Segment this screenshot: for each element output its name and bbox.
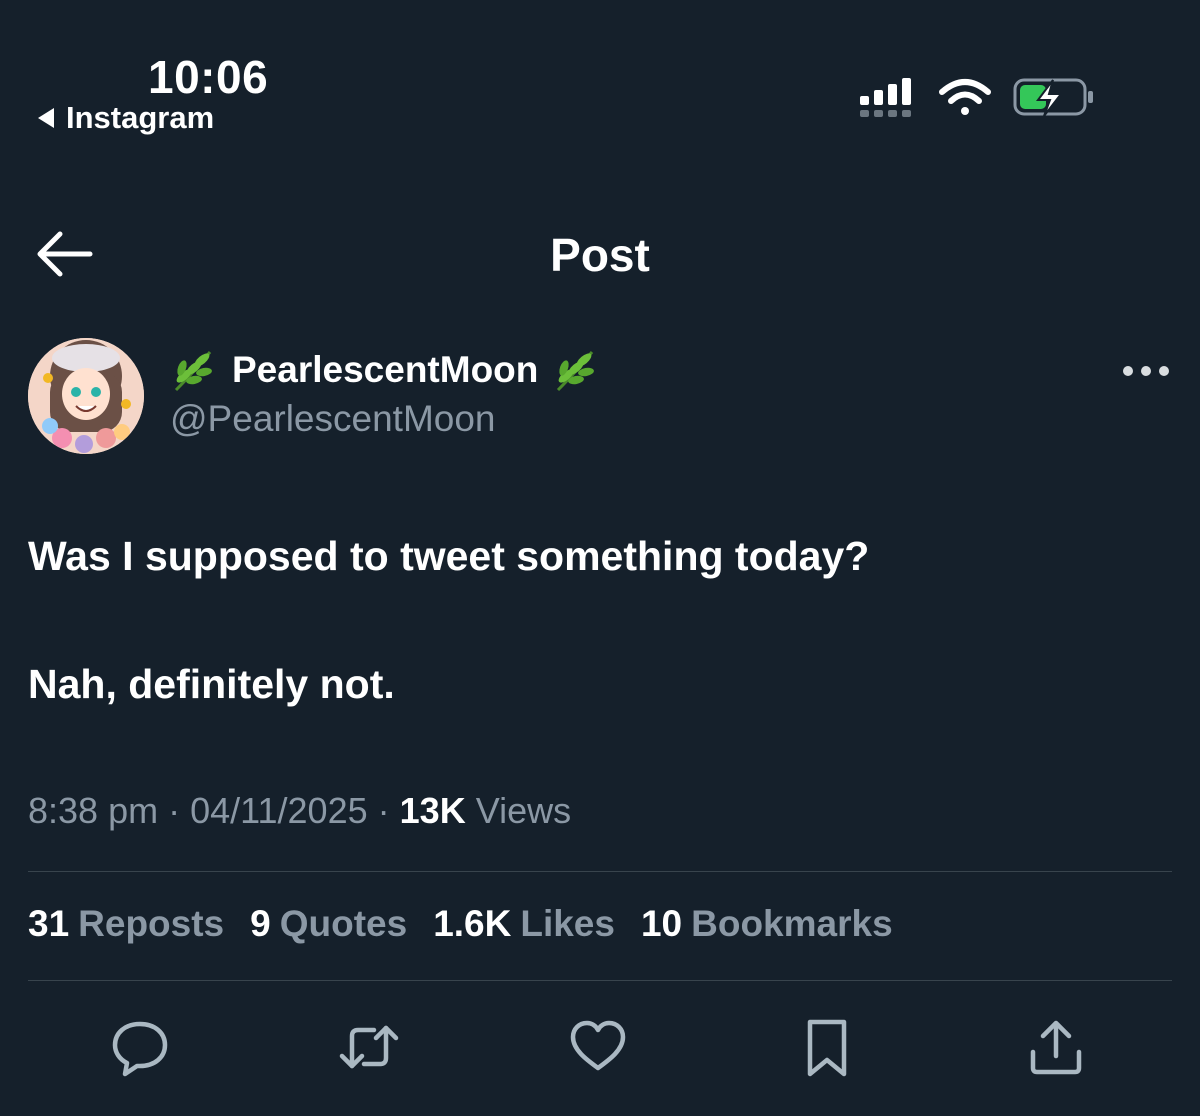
tweet-date: 04/11/2025 bbox=[190, 790, 368, 831]
back-to-app-button[interactable]: Instagram bbox=[38, 100, 214, 136]
status-icons bbox=[860, 78, 1093, 117]
tweet-paragraph: Was I supposed to tweet something today? bbox=[28, 533, 870, 579]
repost-icon bbox=[339, 1025, 399, 1069]
tweet-time: 8:38 pm bbox=[28, 790, 159, 831]
like-icon bbox=[570, 1020, 626, 1071]
post-screen: 10:06 Instagram Post PearlescentMoon @Pe… bbox=[0, 0, 1200, 1116]
status-time: 10:06 bbox=[148, 51, 269, 103]
tweet-paragraph: Nah, definitely not. bbox=[28, 661, 395, 707]
stat-count: 31 bbox=[28, 903, 70, 944]
page-title: Post bbox=[550, 229, 650, 281]
tweet-meta: 8:38 pm · 04/11/2025 · 13K Views bbox=[28, 790, 571, 832]
back-app-label: Instagram bbox=[66, 100, 215, 135]
wifi-icon bbox=[939, 79, 991, 115]
reply-icon bbox=[112, 1021, 168, 1077]
herb-emoji-icon bbox=[174, 351, 212, 392]
stat-bookmarks[interactable]: 10 Bookmarks bbox=[641, 903, 893, 945]
views-count: 13K bbox=[399, 790, 466, 831]
avatar[interactable] bbox=[28, 338, 144, 454]
stat-count: 10 bbox=[640, 903, 683, 944]
author-name-row[interactable]: PearlescentMoon bbox=[170, 346, 600, 394]
share-icon bbox=[1030, 1020, 1082, 1075]
divider bbox=[28, 871, 1172, 872]
stat-likes[interactable]: 1.6K Likes bbox=[433, 903, 615, 945]
more-options-icon[interactable] bbox=[1120, 360, 1172, 382]
stat-label: Bookmarks bbox=[691, 903, 893, 944]
stat-reposts[interactable]: 31 Reposts bbox=[28, 903, 224, 945]
meta-separator: · bbox=[168, 790, 181, 831]
tweet-text: Was I supposed to tweet something today?… bbox=[28, 528, 1168, 712]
stat-label: Reposts bbox=[78, 903, 225, 944]
avatar-illustration bbox=[28, 338, 144, 454]
bookmark-button[interactable] bbox=[792, 1012, 862, 1082]
battery-charging-icon bbox=[1013, 78, 1093, 117]
stat-count: 9 bbox=[250, 903, 271, 944]
cellular-signal-icon bbox=[860, 78, 911, 117]
author-handle[interactable]: @PearlescentMoon bbox=[170, 398, 496, 440]
views-label: Views bbox=[475, 790, 572, 831]
herb-emoji-icon bbox=[557, 351, 595, 392]
bookmark-icon bbox=[807, 1019, 847, 1077]
meta-separator: · bbox=[377, 790, 390, 831]
stat-quotes[interactable]: 9 Quotes bbox=[250, 903, 407, 945]
share-button[interactable] bbox=[1021, 1012, 1091, 1082]
divider bbox=[28, 980, 1172, 981]
like-button[interactable] bbox=[563, 1012, 633, 1082]
repost-button[interactable] bbox=[334, 1012, 404, 1082]
back-triangle-icon bbox=[38, 108, 54, 128]
stat-count: 1.6K bbox=[433, 903, 512, 944]
stat-label: Quotes bbox=[279, 903, 408, 944]
engagement-stats: 31 Reposts 9 Quotes 1.6K Likes 10 Bookmarks bbox=[28, 903, 893, 945]
author-display-name: PearlescentMoon bbox=[232, 349, 539, 390]
views-link[interactable]: 13K Views bbox=[400, 790, 571, 831]
stat-label: Likes bbox=[520, 903, 615, 944]
reply-button[interactable] bbox=[105, 1012, 175, 1082]
